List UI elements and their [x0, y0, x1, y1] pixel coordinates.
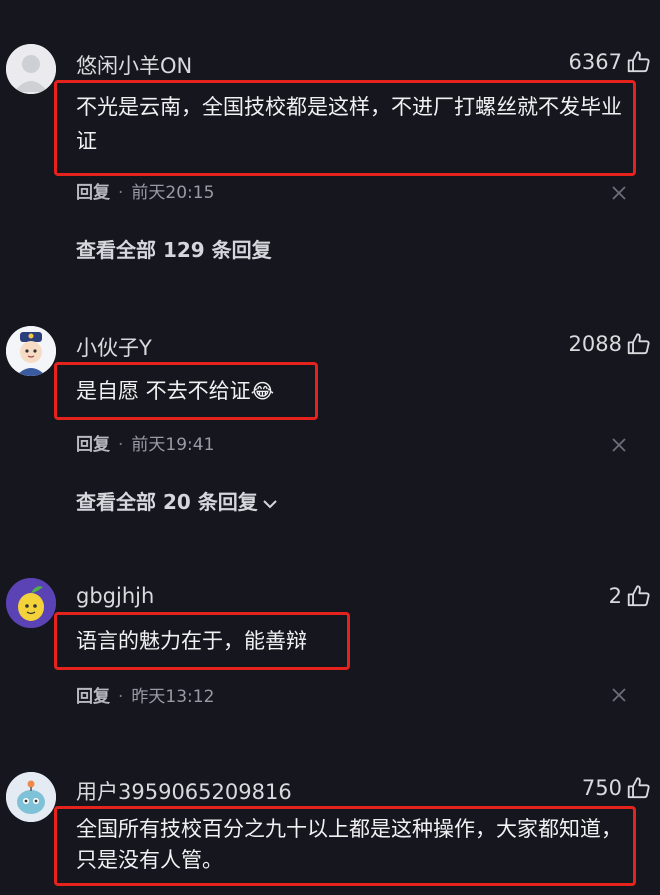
like-count: 750 [581, 776, 622, 800]
avatar[interactable] [6, 772, 56, 822]
comment-text: 全国所有技校百分之九十以上都是这种操作，大家都知道，只是没有人管。 [76, 817, 622, 872]
thumbs-up-icon[interactable] [626, 775, 652, 801]
username[interactable]: 用户3959065209816 [76, 776, 292, 806]
robot-cartoon-avatar-icon [6, 772, 56, 822]
comment-item: 用户3959065209816 750 全国所有技校百分之九十以上都是这种操作，… [0, 0, 660, 895]
